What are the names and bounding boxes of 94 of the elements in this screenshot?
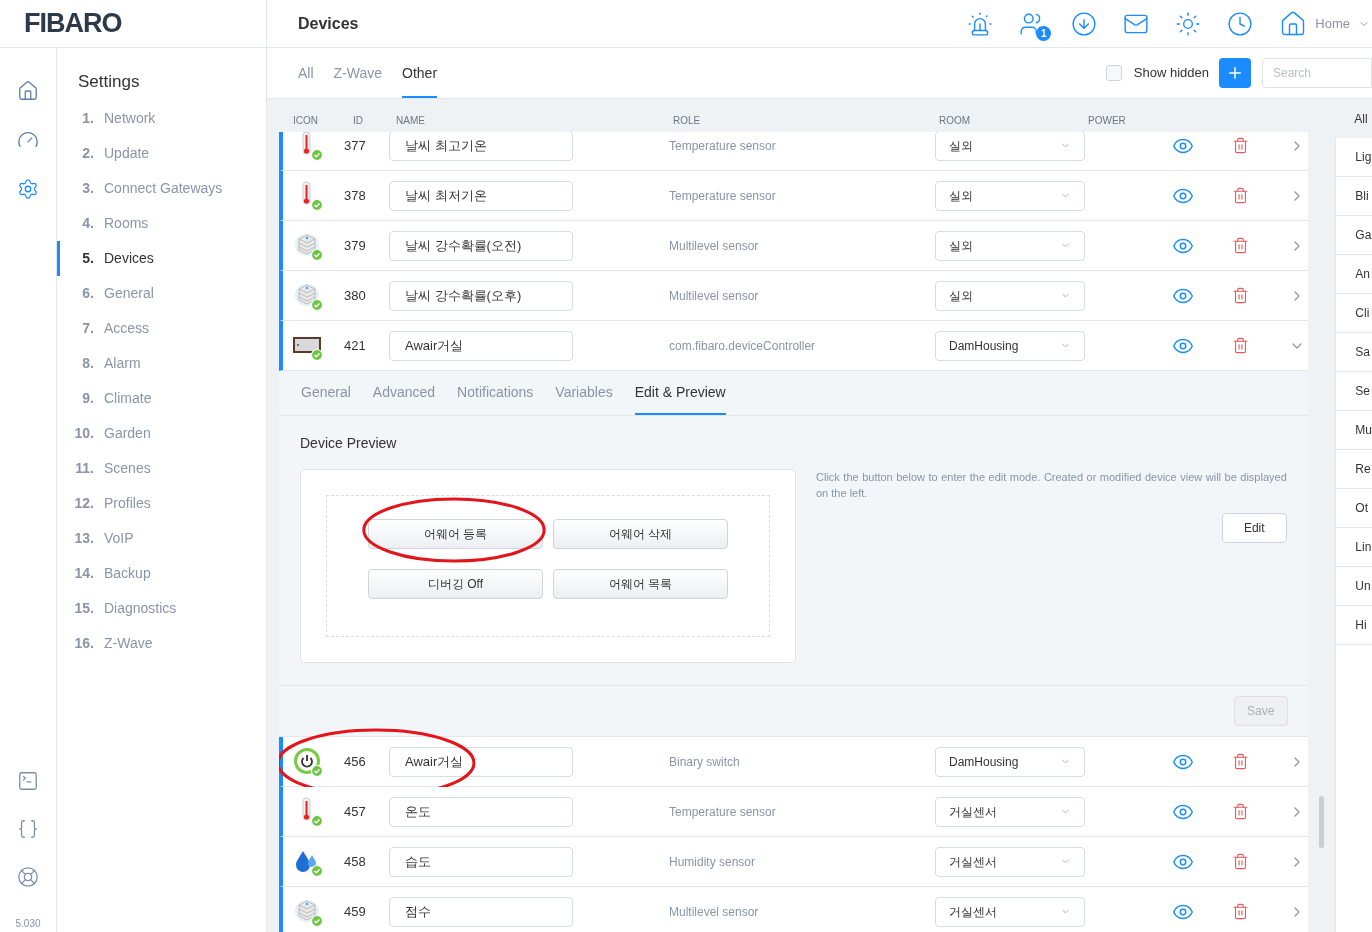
category-header: All — [1353, 110, 1369, 128]
room-select[interactable]: 실외 — [935, 280, 1085, 311]
room-select[interactable]: 거실센서 — [935, 846, 1085, 877]
device-id: 459 — [344, 902, 367, 921]
category-item[interactable]: An — [1335, 255, 1372, 294]
page-title: Devices — [298, 13, 359, 34]
section-heading: Device Preview — [300, 434, 398, 453]
device-id: 458 — [344, 852, 367, 871]
scrollbar[interactable] — [1318, 796, 1324, 848]
delete-icon[interactable] — [1232, 803, 1249, 820]
delete-icon[interactable] — [1232, 853, 1249, 870]
download-icon[interactable] — [1071, 10, 1098, 37]
braces-icon[interactable] — [17, 818, 39, 840]
lifebuoy-icon[interactable] — [17, 866, 39, 888]
device-role: Temperature sensor — [669, 803, 777, 821]
clock-icon[interactable] — [1227, 10, 1254, 37]
category-item[interactable]: Mu — [1335, 411, 1372, 450]
delete-icon[interactable] — [1232, 337, 1249, 354]
show-hidden-label: Show hidden — [1133, 64, 1209, 83]
delete-icon[interactable] — [1232, 287, 1249, 304]
category-item[interactable]: Ot — [1335, 489, 1372, 528]
column-header: ICON — [292, 114, 319, 128]
name-field[interactable]: 날씨 강수확률(오전) — [389, 230, 573, 261]
column-header: NAME — [396, 114, 426, 128]
delete-icon[interactable] — [1232, 237, 1249, 254]
category-item[interactable]: Hi — [1335, 606, 1372, 645]
column-header: ID — [352, 114, 364, 128]
column-header: POWER — [1088, 114, 1127, 128]
category-item[interactable]: Lin — [1335, 528, 1372, 567]
room-select[interactable]: 실외 — [935, 230, 1085, 261]
room-select[interactable]: 거실센서 — [935, 796, 1085, 827]
name-field[interactable]: 습도 — [389, 846, 573, 877]
name-field[interactable]: 날씨 강수확률(오후) — [389, 280, 573, 311]
delete-icon[interactable] — [1232, 753, 1249, 770]
device-role: Binary switch — [669, 753, 741, 771]
room-select[interactable]: 실외 — [935, 132, 1085, 161]
home-icon[interactable] — [17, 80, 39, 102]
device-id: 377 — [344, 136, 367, 155]
delete-icon[interactable] — [1232, 137, 1249, 154]
name-field[interactable]: Awair거실 — [389, 330, 573, 361]
device-id: 456 — [344, 752, 367, 771]
delete-icon[interactable] — [1232, 903, 1249, 920]
preview-button[interactable]: 어웨어 등록 — [368, 519, 543, 549]
category-item[interactable]: Cli — [1335, 294, 1372, 333]
settings-icon[interactable] — [17, 178, 39, 200]
category-item[interactable]: Lig — [1335, 138, 1372, 177]
device-role: Temperature sensor — [669, 137, 777, 155]
device-id: 378 — [344, 186, 367, 205]
room-select[interactable]: 거실센서 — [935, 896, 1085, 927]
logo: FIBARO — [24, 7, 122, 41]
name-field[interactable]: Awair거실 — [389, 746, 573, 777]
category-item[interactable]: Re — [1335, 450, 1372, 489]
column-header: ROLE — [673, 114, 702, 128]
room-select[interactable]: DamHousing — [935, 746, 1085, 777]
device-id: 380 — [344, 286, 367, 305]
name-field[interactable]: 날씨 최고기온 — [389, 132, 573, 161]
sun-icon[interactable] — [1175, 10, 1202, 37]
show-hidden-checkbox[interactable] — [1105, 65, 1122, 81]
room-select[interactable]: 실외 — [935, 180, 1085, 211]
device-role: Humidity sensor — [669, 853, 757, 871]
name-field[interactable]: 날씨 최저기온 — [389, 180, 573, 211]
device-role: com.fibaro.deviceController — [669, 337, 817, 355]
preview-button[interactable]: 디버깅 Off — [368, 569, 543, 599]
edit-button[interactable]: Edit — [1221, 513, 1287, 543]
column-header: ROOM — [939, 114, 972, 128]
name-field[interactable]: 온도 — [389, 796, 573, 827]
category-item[interactable]: Se — [1335, 372, 1372, 411]
category-item[interactable]: Ga — [1335, 216, 1372, 255]
category-item[interactable]: Bli — [1335, 177, 1372, 216]
device-role: Multilevel sensor — [669, 237, 760, 255]
name-field[interactable]: 점수 — [389, 896, 573, 927]
device-id: 457 — [344, 802, 367, 821]
delete-icon[interactable] — [1232, 187, 1249, 204]
device-role: Temperature sensor — [669, 187, 777, 205]
preview-button[interactable]: 어웨어 목록 — [553, 569, 728, 599]
power-switch-icon — [293, 746, 323, 777]
search-field[interactable]: Search — [1262, 58, 1372, 88]
add-button[interactable] — [1219, 58, 1251, 88]
version-label: 5.030 — [15, 917, 41, 931]
device-role: Multilevel sensor — [669, 903, 760, 921]
edit-hint: Click the button below to enter the edit mode. Created or modified device view will be displayed on the left. — [816, 470, 1287, 501]
terminal-icon[interactable] — [17, 770, 39, 792]
category-item[interactable]: Un — [1335, 567, 1372, 606]
category-item[interactable]: Sa — [1335, 333, 1372, 372]
device-id: 379 — [344, 236, 367, 255]
notification-badge: 1 — [1036, 25, 1052, 41]
device-id: 421 — [344, 336, 367, 355]
device-role: Multilevel sensor — [669, 287, 760, 305]
preview-button[interactable]: 어웨어 삭제 — [553, 519, 728, 549]
alarm-icon[interactable] — [967, 10, 994, 37]
plus-icon — [1226, 64, 1244, 82]
room-select[interactable]: DamHousing — [935, 330, 1085, 361]
settings-title: Settings — [77, 71, 141, 93]
device-tab[interactable]: Edit & Preview — [634, 371, 726, 415]
